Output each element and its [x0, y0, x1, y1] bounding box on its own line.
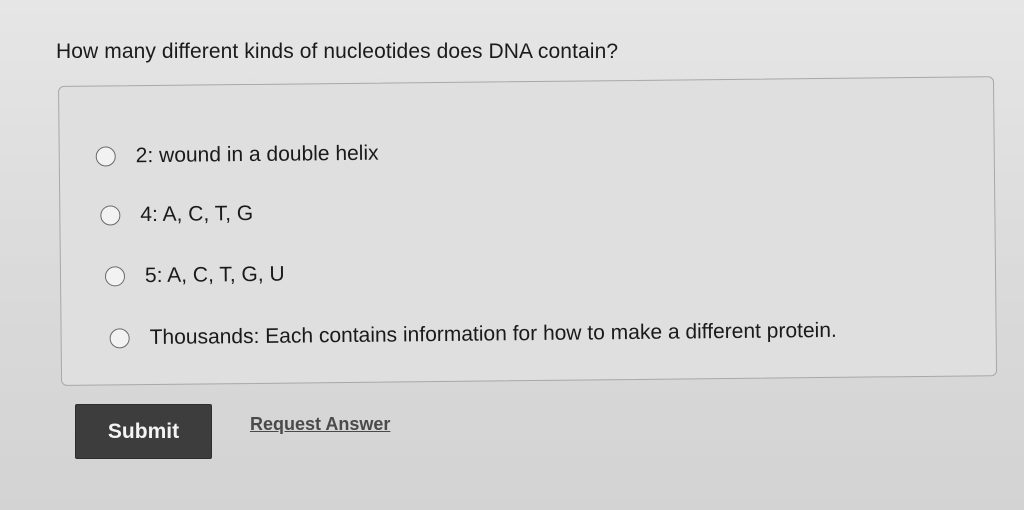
option-label: 4: A, C, T, G	[140, 201, 254, 227]
option-label: Thousands: Each contains information for…	[149, 318, 837, 350]
submit-button[interactable]: Submit	[75, 404, 212, 459]
radio-button-icon[interactable]	[100, 205, 121, 226]
radio-button-icon[interactable]	[104, 266, 126, 287]
question-text: How many different kinds of nucleotides …	[56, 40, 619, 63]
option-label: 2: wound in a double helix	[135, 141, 379, 168]
option-2[interactable]: 4: A, C, T, G	[100, 202, 253, 228]
radio-button-icon[interactable]	[95, 146, 116, 167]
answer-options-group: 2: wound in a double helix 4: A, C, T, G…	[58, 76, 998, 386]
radio-button-icon[interactable]	[109, 328, 130, 349]
page: How many different kinds of nucleotides …	[0, 0, 1024, 510]
request-answer-link[interactable]: Request Answer	[250, 414, 390, 435]
option-4[interactable]: Thousands: Each contains information for…	[109, 318, 837, 351]
option-3[interactable]: 5: A, C, T, G, U	[104, 262, 285, 289]
option-1[interactable]: 2: wound in a double helix	[95, 141, 379, 169]
option-label: 5: A, C, T, G, U	[144, 262, 285, 288]
